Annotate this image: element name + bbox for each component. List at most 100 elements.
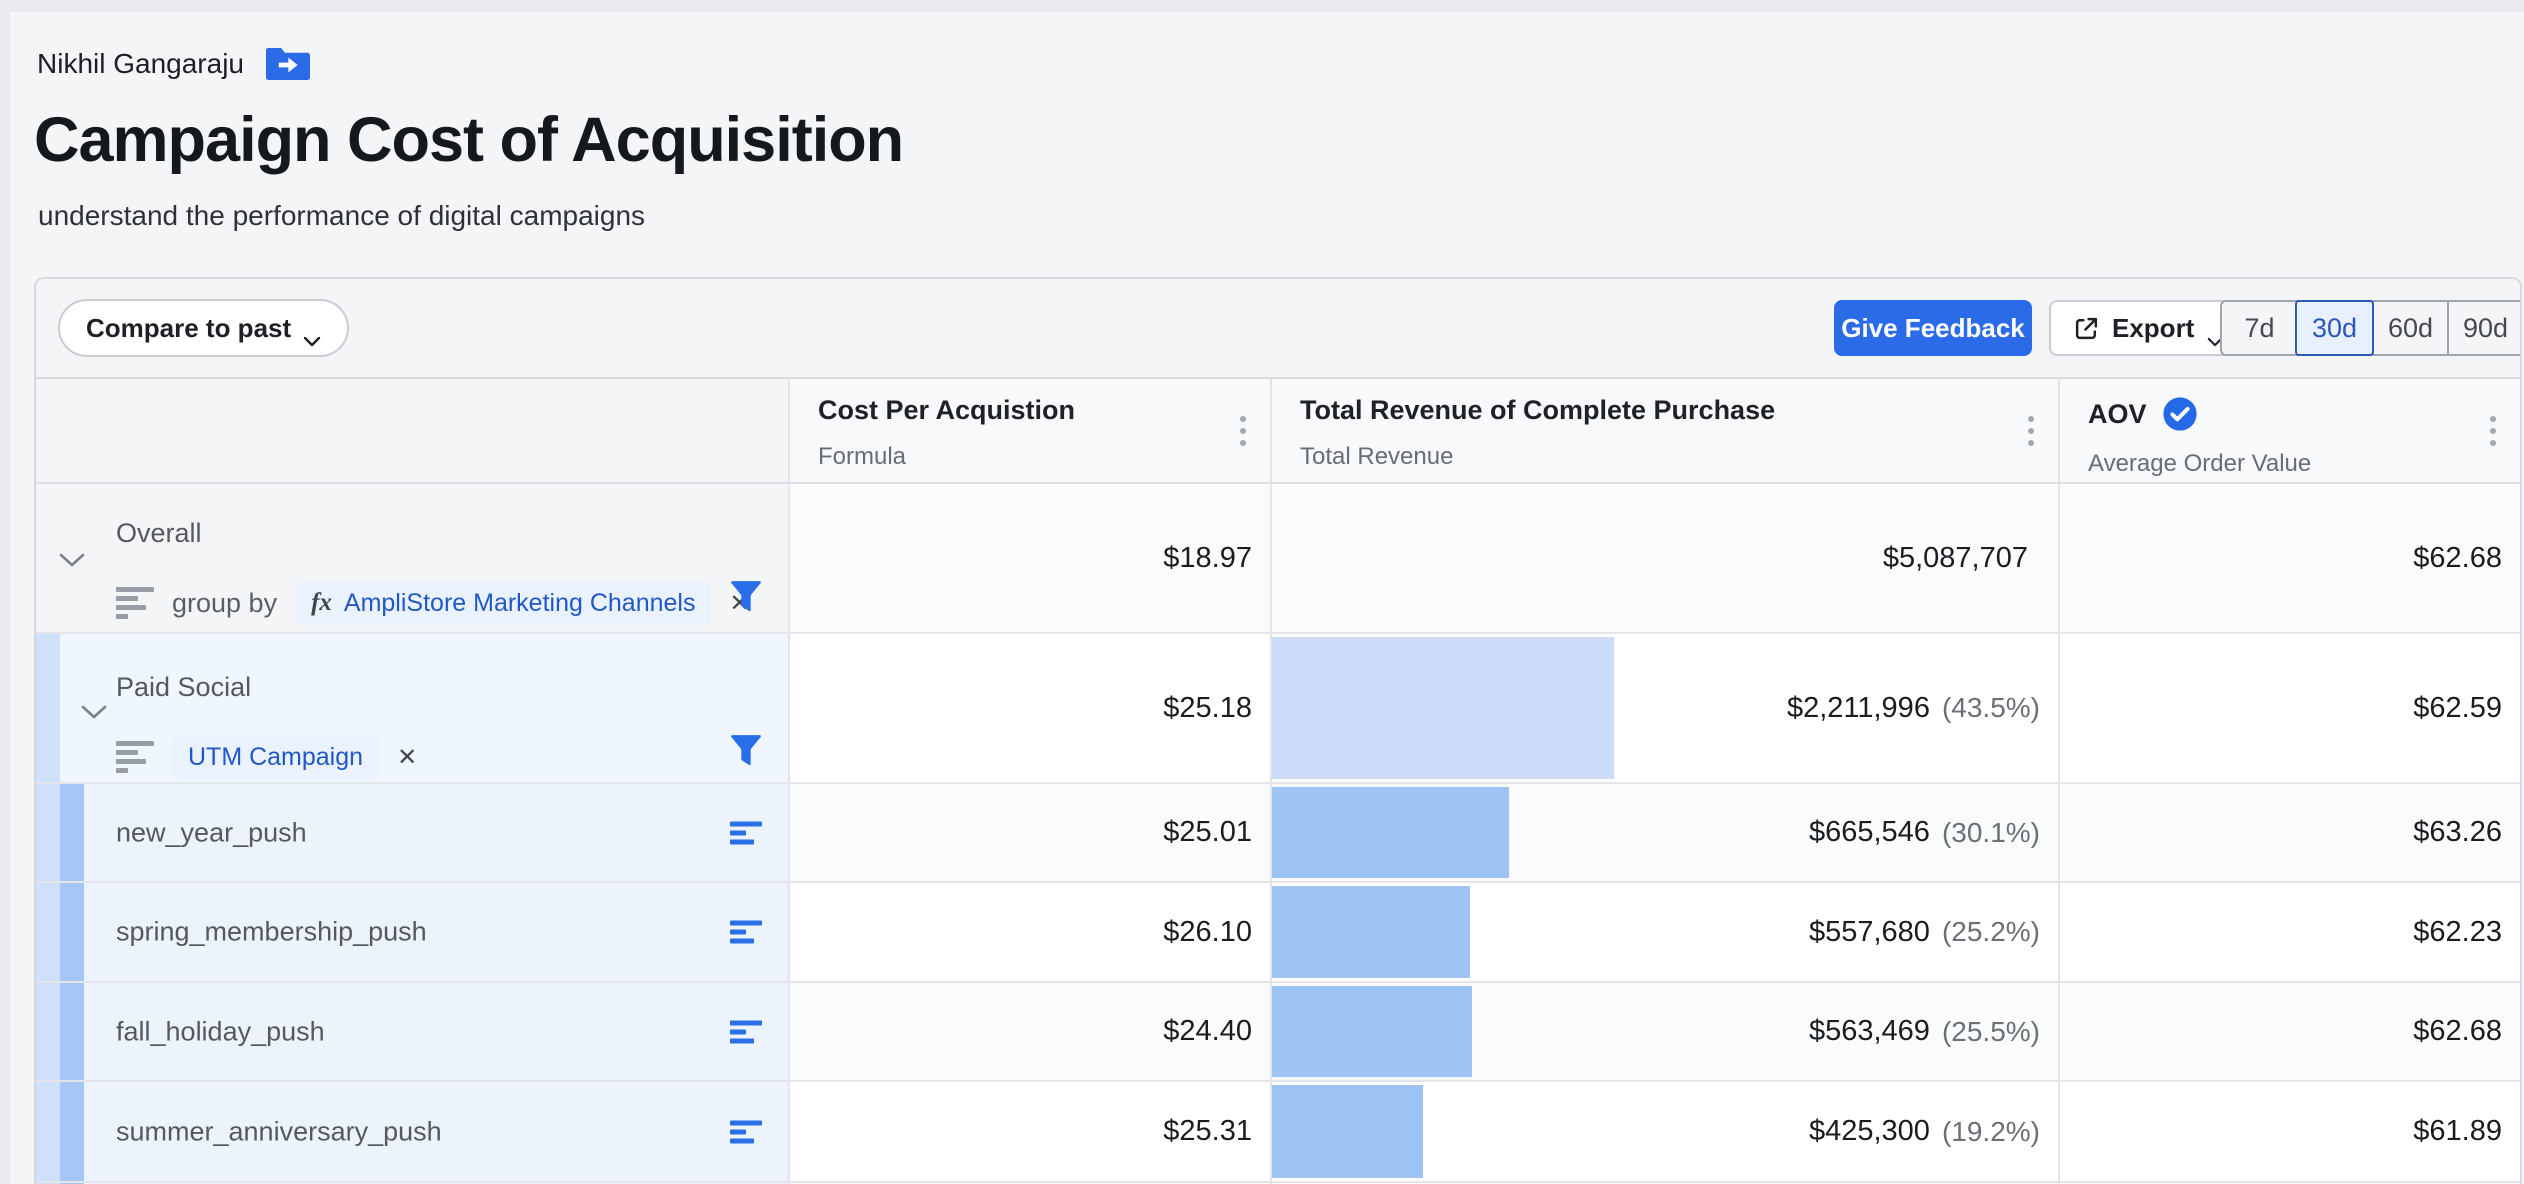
row-campaign-new-year-push[interactable]: new_year_push [36, 784, 790, 881]
report-panel: Compare to past Give Feedback Export 7d … [34, 277, 2522, 1184]
campaign-name: summer_anniversary_push [116, 1116, 442, 1147]
kebab-menu-icon[interactable] [2490, 413, 2496, 449]
indent-guide [60, 784, 84, 881]
group-by-pill[interactable]: fx AmpliStore Marketing Channels [295, 582, 711, 625]
breakdown-icon [116, 741, 154, 773]
page-title: Campaign Cost of Acquisition [34, 104, 903, 176]
cell-cpa: $18.97 [790, 484, 1272, 632]
compare-to-past-label: Compare to past [86, 313, 291, 344]
header-cell-aov[interactable]: AOV Average Order Value [2060, 379, 2520, 482]
move-to-folder-icon[interactable] [264, 44, 312, 84]
header-cell-revenue[interactable]: Total Revenue of Complete Purchase Total… [1272, 379, 2060, 482]
table-row: Paid Social UTM Campaign ✕ $25.18 $2,211… [36, 634, 2520, 784]
revenue-bar [1272, 637, 1614, 779]
compare-to-past-button[interactable]: Compare to past [58, 299, 349, 357]
row-campaign-spring-membership-push[interactable]: spring_membership_push [36, 883, 790, 981]
table-header: Cost Per Acquistion Formula Total Revenu… [36, 379, 2520, 484]
export-label: Export [2112, 313, 2194, 344]
window-edge-left [0, 0, 10, 1184]
indent-guide [36, 1082, 60, 1181]
distribution-chart-icon[interactable] [730, 1020, 762, 1043]
indent-guide [36, 883, 60, 981]
header-cell-cpa[interactable]: Cost Per Acquistion Formula [790, 379, 1272, 482]
page-subtitle: understand the performance of digital ca… [38, 200, 645, 232]
revenue-bar [1272, 886, 1470, 978]
indent-guide [36, 983, 60, 1080]
row-group-overall[interactable]: Overall group by fx AmpliStore Marketing… [36, 484, 790, 632]
filter-icon[interactable] [730, 580, 762, 618]
table-row: summer_anniversary_push $25.31 $425,300(… [36, 1082, 2520, 1183]
chevron-down-icon[interactable] [80, 704, 108, 720]
cell-aov: $61.89 [2060, 1082, 2520, 1181]
distribution-chart-icon[interactable] [730, 821, 762, 844]
cell-cpa: $25.18 [790, 634, 1272, 782]
campaign-name: fall_holiday_push [116, 1016, 325, 1047]
revenue-bar [1272, 1085, 1423, 1178]
group-name: Overall [116, 518, 202, 549]
window-edge-top [0, 0, 2524, 12]
chevron-down-icon[interactable] [58, 552, 86, 568]
toolbar: Compare to past Give Feedback Export 7d … [36, 279, 2520, 379]
group-by-pill[interactable]: UTM Campaign [172, 736, 379, 779]
cell-aov: $62.59 [2060, 634, 2520, 782]
cell-aov: $62.23 [2060, 883, 2520, 981]
cell-aov: $63.26 [2060, 784, 2520, 881]
close-icon[interactable]: ✕ [397, 743, 417, 772]
row-campaign-fall-holiday-push[interactable]: fall_holiday_push [36, 983, 790, 1080]
cell-revenue: $557,680(25.2%) [1272, 883, 2060, 981]
campaign-name: new_year_push [116, 817, 307, 848]
cell-revenue: $5,087,707 [1272, 484, 2060, 632]
revenue-bar [1272, 986, 1472, 1077]
table-row: spring_membership_push $26.10 $557,680(2… [36, 883, 2520, 983]
export-icon [2073, 315, 2100, 342]
row-campaign-summer-anniversary-push[interactable]: summer_anniversary_push [36, 1082, 790, 1181]
breadcrumb: Nikhil Gangaraju [37, 44, 312, 84]
breakdown-icon [116, 587, 154, 619]
cell-cpa: $25.01 [790, 784, 1272, 881]
table-row: Overall group by fx AmpliStore Marketing… [36, 484, 2520, 634]
owner-name: Nikhil Gangaraju [37, 48, 244, 80]
column-subtitle: Total Revenue [1300, 443, 2058, 471]
indent-guide [60, 983, 84, 1080]
cell-cpa: $26.10 [790, 883, 1272, 981]
range-90d[interactable]: 90d [2447, 302, 2522, 354]
date-range-segmented-control: 7d 30d 60d 90d [2220, 300, 2522, 356]
campaign-name: spring_membership_push [116, 917, 427, 948]
give-feedback-label: Give Feedback [1841, 313, 2025, 344]
table-row: fall_holiday_push $24.40 $563,469(25.5%)… [36, 983, 2520, 1082]
export-button[interactable]: Export [2049, 300, 2248, 356]
column-subtitle: Formula [818, 443, 1270, 471]
cell-aov: $62.68 [2060, 983, 2520, 1080]
column-title: AOV [2088, 399, 2147, 430]
table-row: new_year_push $25.01 $665,546(30.1%) $63… [36, 784, 2520, 883]
indent-guide [60, 883, 84, 981]
distribution-chart-icon[interactable] [730, 921, 762, 944]
header-cell-groups [36, 379, 790, 482]
pill-label: AmpliStore Marketing Channels [344, 589, 696, 618]
range-7d[interactable]: 7d [2222, 302, 2297, 354]
range-60d[interactable]: 60d [2372, 302, 2447, 354]
kebab-menu-icon[interactable] [1240, 413, 1246, 449]
indent-guide [60, 1082, 84, 1181]
distribution-chart-icon[interactable] [730, 1120, 762, 1143]
cell-revenue: $425,300(19.2%) [1272, 1082, 2060, 1181]
indent-guide [36, 784, 60, 881]
cell-cpa: $24.40 [790, 983, 1272, 1080]
cell-revenue: $2,211,996(43.5%) [1272, 634, 2060, 782]
group-by-label: group by [172, 588, 277, 619]
revenue-bar [1272, 787, 1509, 878]
row-group-paid-social[interactable]: Paid Social UTM Campaign ✕ [36, 634, 790, 782]
give-feedback-button[interactable]: Give Feedback [1834, 300, 2032, 356]
cell-revenue: $563,469(25.5%) [1272, 983, 2060, 1080]
cell-cpa: $25.31 [790, 1082, 1272, 1181]
group-name: Paid Social [116, 672, 251, 703]
formula-fx-icon: fx [311, 589, 332, 617]
indent-guide [36, 634, 60, 782]
kebab-menu-icon[interactable] [2028, 413, 2034, 449]
chevron-down-icon [303, 323, 321, 334]
filter-icon[interactable] [730, 734, 762, 772]
column-title: Total Revenue of Complete Purchase [1300, 395, 2058, 426]
range-30d[interactable]: 30d [2295, 300, 2374, 356]
cell-aov: $62.68 [2060, 484, 2520, 632]
pill-label: UTM Campaign [188, 743, 363, 772]
